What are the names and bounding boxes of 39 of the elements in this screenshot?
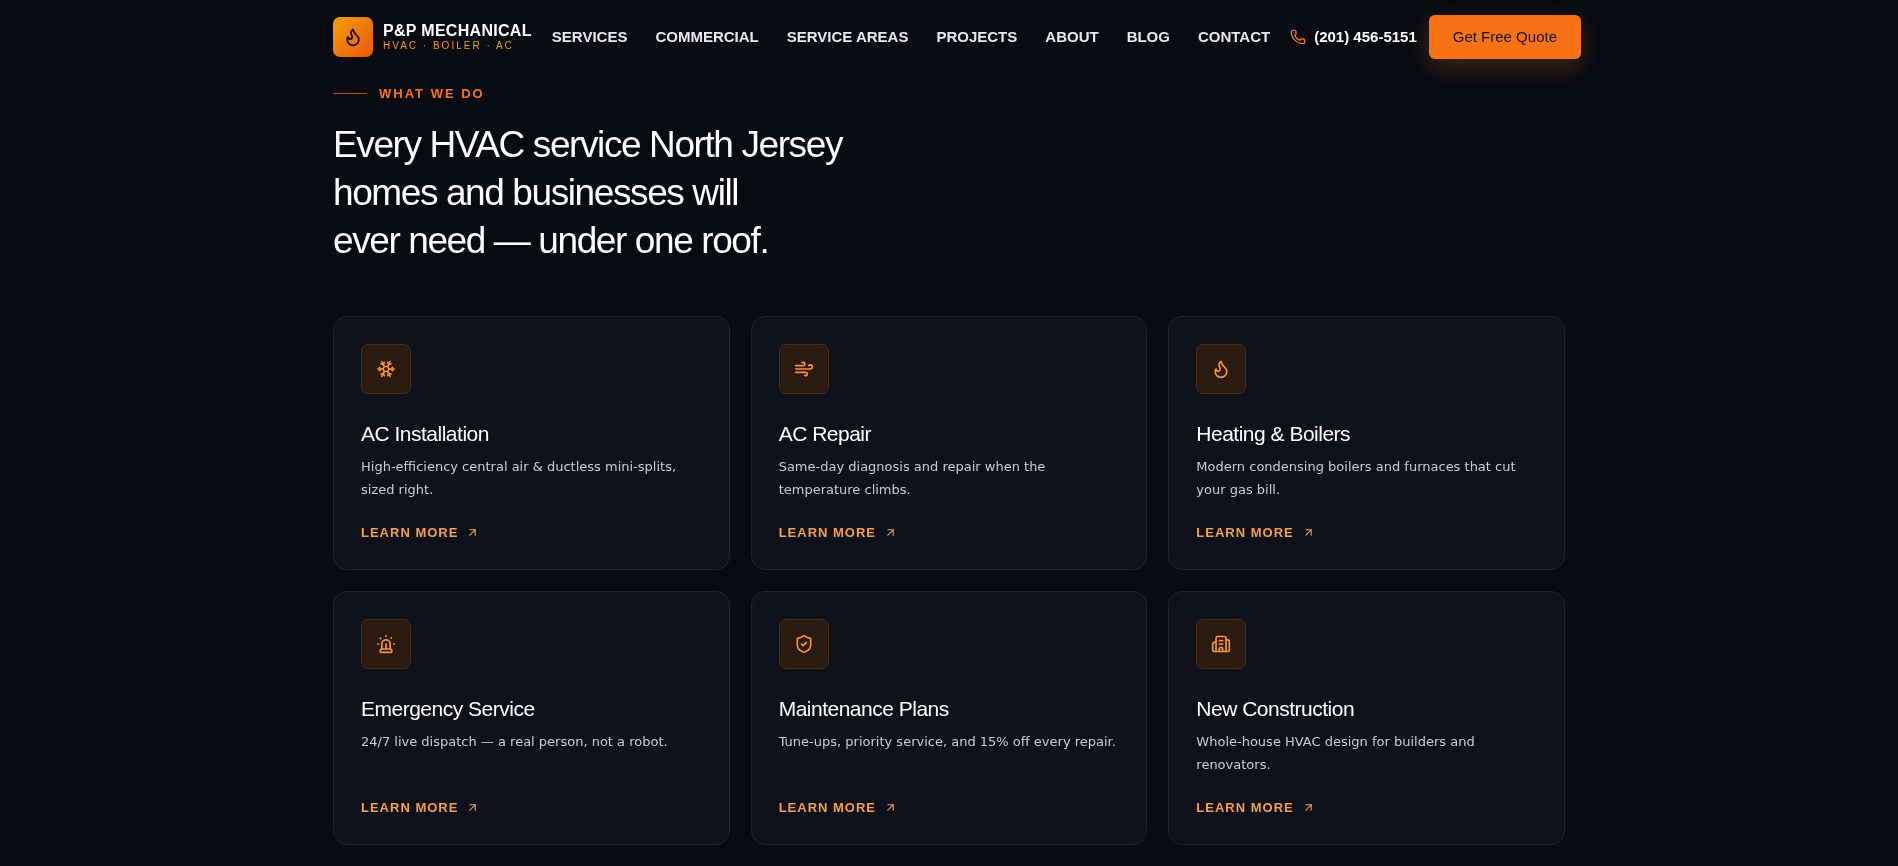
learn-more-link[interactable]: LEARN MORE [1196,800,1315,815]
logo-icon[interactable] [333,16,373,57]
learn-more-link[interactable]: LEARN MORE [361,800,480,815]
card-title: New Construction [1196,696,1356,722]
siren-icon [361,619,411,669]
brand-tagline: HVAC · BOILER · AC [383,39,515,52]
shield-check-icon [778,619,829,669]
nav-link[interactable]: SERVICE AREAS [786,28,909,45]
wind-icon [778,344,829,394]
card-description: Whole-house HVAC design for builders and renovators. [1196,733,1476,774]
snowflake-icon [361,344,411,394]
card-description: Same-day diagnosis and repair when the temperature climbs. [778,458,1047,499]
card-description: High-efficiency central air & ductless mini-splits, sized right. [361,458,678,499]
get-quote-button[interactable]: Get Free Quote [1428,14,1581,59]
nav-link[interactable]: SERVICES [551,28,628,45]
flame-icon [1196,344,1247,394]
card-title: AC Repair [778,421,873,447]
card-description: 24/7 live dispatch — a real person, not a robot. [361,733,669,751]
card-title: Emergency Service [361,696,536,722]
phone-icon [1290,28,1307,45]
nav-link[interactable]: COMMERCIAL [655,28,759,45]
nav-link[interactable]: PROJECTS [936,28,1018,45]
phone-link[interactable]: (201) 456-5151 [1290,28,1417,45]
learn-more-link[interactable]: LEARN MORE [361,525,480,540]
learn-more-link[interactable]: LEARN MORE [778,800,898,815]
card-description: Modern condensing boilers and furnaces that cut your gas bill. [1196,458,1517,499]
nav-link[interactable]: ABOUT [1045,28,1099,45]
learn-more-link[interactable]: LEARN MORE [778,525,898,540]
card-title: AC Installation [361,421,490,447]
learn-more-link[interactable]: LEARN MORE [1196,525,1315,540]
section-heading: Every HVAC service North Jersey homes and businesses will ever need — under one roof. [333,123,842,263]
card-title: Maintenance Plans [778,696,950,722]
section-eyebrow: WHAT WE DO [379,86,485,101]
building-icon [1196,619,1247,669]
card-title: Heating & Boilers [1196,421,1352,447]
nav-link[interactable]: BLOG [1126,28,1170,45]
nav-link[interactable]: CONTACT [1197,28,1271,45]
card-description: Tune-ups, priority service, and 15% off every repair. [778,733,1117,751]
brand-name: P&P MECHANICAL [383,21,532,40]
